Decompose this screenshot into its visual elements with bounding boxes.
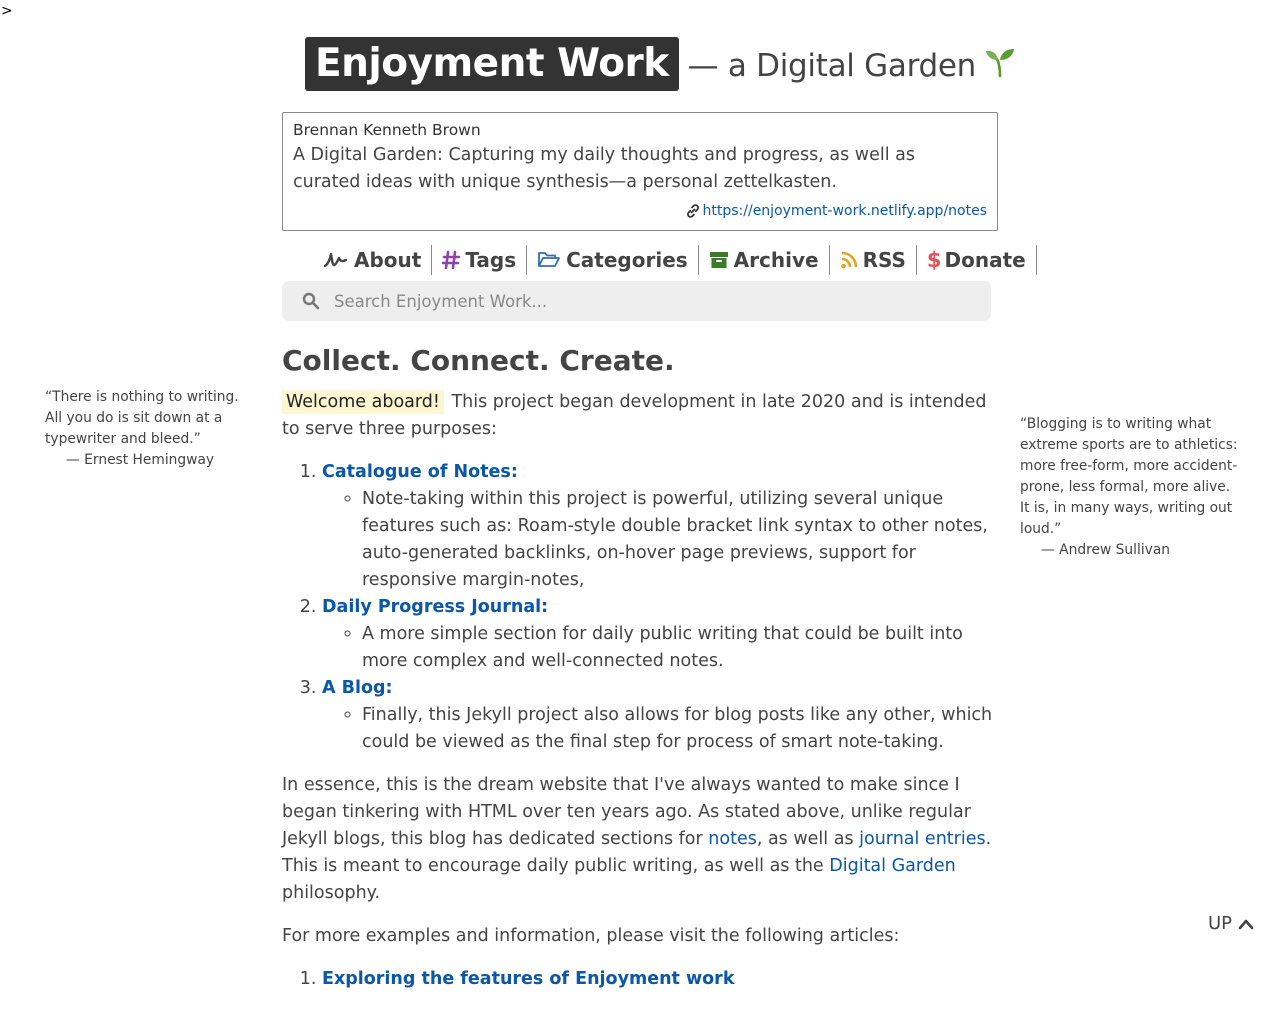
welcome-highlight: Welcome aboard!: [282, 390, 444, 414]
purpose-item: Daily Progress Journal: A more simple se…: [322, 594, 1002, 675]
link-icon: [685, 203, 701, 219]
notes-link[interactable]: notes: [708, 829, 757, 849]
quote-left-author: — Ernest Hemingway: [66, 452, 215, 468]
purpose-link-blog[interactable]: A Blog:: [322, 678, 393, 698]
essence-text-4: philosophy.: [282, 883, 381, 903]
dollar-icon: $: [926, 248, 942, 272]
site-title[interactable]: Enjoyment Work: [305, 37, 679, 91]
nav-tags[interactable]: Tags: [432, 245, 528, 275]
page-heading: Collect. Connect. Create.: [282, 344, 675, 377]
purpose-item: A Blog: Finally, this Jekyll project als…: [322, 675, 1002, 756]
purpose-item: Catalogue of Notes: Note-taking within t…: [322, 459, 1002, 594]
nav-categories[interactable]: Categories: [527, 245, 699, 275]
nav-archive[interactable]: Archive: [699, 245, 830, 275]
site-url-link[interactable]: https://enjoyment-work.netlify.app/notes: [685, 203, 987, 219]
nav-about[interactable]: About: [313, 245, 433, 275]
purposes-list: Catalogue of Notes: Note-taking within t…: [282, 459, 1002, 756]
quote-right: “Blogging is to writing what extreme spo…: [1020, 414, 1240, 561]
stray-character: >: [1, 3, 13, 19]
search-input[interactable]: [332, 290, 936, 312]
site-url-text: https://enjoyment-work.netlify.app/notes: [702, 203, 987, 219]
essence-text-2: , as well as: [756, 829, 860, 849]
digital-garden-link[interactable]: Digital Garden: [829, 856, 955, 876]
archive-box-icon: [709, 250, 729, 270]
nav-categories-label: Categories: [566, 248, 688, 272]
more-info-paragraph: For more examples and information, pleas…: [282, 926, 900, 946]
quote-right-text: “Blogging is to writing what extreme spo…: [1020, 416, 1238, 537]
article-link[interactable]: Exploring the features of Enjoyment work: [322, 969, 734, 989]
article-item: Exploring the features of Enjoyment work: [322, 966, 1002, 993]
folder-open-icon: [537, 250, 561, 270]
articles-list: Exploring the features of Enjoyment work: [282, 966, 1002, 993]
hash-icon: [442, 250, 461, 270]
site-subtitle-text: — a Digital Garden: [687, 48, 977, 85]
search-icon: [302, 292, 320, 310]
site-description: A Digital Garden: Capturing my daily tho…: [293, 145, 915, 192]
purpose-link-journal[interactable]: Daily Progress Journal:: [322, 597, 548, 617]
quote-left-text: “There is nothing to writing. All you do…: [45, 389, 239, 447]
nav-rss-label: RSS: [862, 248, 906, 272]
nav-about-label: About: [354, 248, 422, 272]
chevron-up-icon: [1238, 918, 1254, 930]
back-to-top-button[interactable]: UP: [1208, 913, 1254, 934]
seedling-icon: [984, 46, 1016, 86]
nav-donate-label: Donate: [944, 248, 1026, 272]
essence-paragraph: In essence, this is the dream website th…: [282, 772, 1002, 907]
site-info-box: Brennan Kenneth Brown A Digital Garden: …: [282, 112, 998, 231]
purpose-detail: A more simple section for daily public w…: [362, 621, 1002, 675]
signature-icon: [323, 250, 349, 270]
quote-right-author: — Andrew Sullivan: [1041, 542, 1171, 558]
nav-donate[interactable]: $ Donate: [917, 245, 1037, 275]
rss-icon: [840, 250, 858, 270]
main-nav: About Tags Categories Archive RSS $ Dona…: [313, 244, 1037, 276]
nav-archive-label: Archive: [733, 248, 819, 272]
quote-left: “There is nothing to writing. All you do…: [45, 387, 257, 471]
journal-entries-link[interactable]: journal entries: [859, 829, 985, 849]
author-name: Brennan Kenneth Brown: [293, 121, 481, 139]
nav-tags-label: Tags: [465, 248, 517, 272]
back-to-top-label: UP: [1208, 913, 1233, 934]
intro-paragraph: Welcome aboard! This project began devel…: [282, 389, 1002, 443]
nav-rss[interactable]: RSS: [830, 245, 917, 275]
main-content: Collect. Connect. Create. Welcome aboard…: [282, 343, 1002, 1009]
site-subtitle: — a Digital Garden: [688, 48, 1016, 86]
purpose-detail: Note-taking within this project is power…: [362, 486, 1002, 594]
search-bar: [282, 281, 991, 321]
site-header: Enjoyment Work — a Digital Garden: [305, 37, 1016, 91]
purpose-detail: Finally, this Jekyll project also allows…: [362, 702, 1002, 756]
purpose-link-notes[interactable]: Catalogue of Notes:: [322, 462, 518, 482]
